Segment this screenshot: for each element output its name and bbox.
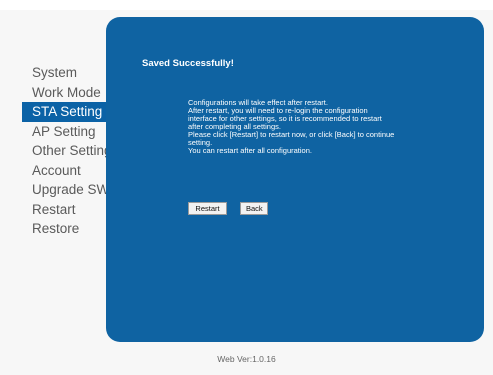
back-button[interactable]: Back [240, 202, 268, 215]
restart-button[interactable]: Restart [188, 202, 227, 215]
sidebar-item-restart[interactable]: Restart [22, 200, 110, 220]
page-title: Saved Successfully! [142, 58, 234, 69]
restart-message: Configurations will take effect after re… [188, 99, 428, 155]
sidebar-item-work-mode[interactable]: Work Mode [22, 83, 110, 103]
main-panel: Saved Successfully! Configurations will … [106, 17, 484, 342]
sidebar-item-other-setting[interactable]: Other Setting [22, 141, 112, 161]
sidebar-item-system[interactable]: System [22, 63, 110, 83]
sidebar-item-restore[interactable]: Restore [22, 219, 110, 239]
sidebar-item-upgrade-sw[interactable]: Upgrade SW [22, 180, 110, 200]
sidebar-item-sta-setting[interactable]: STA Setting [22, 102, 110, 122]
sidebar-nav: System Work Mode STA Setting AP Setting … [22, 63, 112, 239]
message-line: Please click [Restart] to restart now, o… [188, 130, 395, 139]
message-line: You can restart after all configuration. [188, 146, 312, 155]
top-strip [0, 0, 493, 10]
sidebar-item-account[interactable]: Account [22, 161, 110, 181]
sidebar-item-ap-setting[interactable]: AP Setting [22, 122, 110, 142]
web-version-label: Web Ver:1.0.16 [217, 354, 276, 364]
